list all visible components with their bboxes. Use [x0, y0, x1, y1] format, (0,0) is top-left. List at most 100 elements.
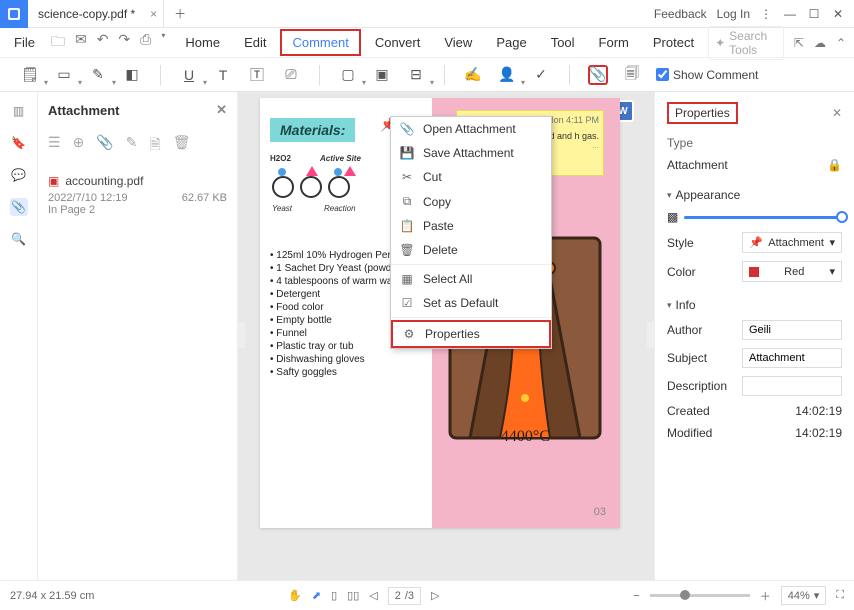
textbox-button[interactable]: 🅃	[247, 65, 267, 85]
zoom-in-icon[interactable]: ＋	[760, 588, 771, 604]
hand-tool-icon[interactable]: ✋	[288, 589, 302, 602]
collapse-right-handle[interactable]	[647, 322, 654, 348]
panel-edit-icon[interactable]: ✎	[126, 134, 138, 158]
scroll-mode-icon[interactable]: ▯	[331, 589, 337, 602]
attachment-page: In Page 2	[48, 204, 227, 216]
menu-view[interactable]: View	[434, 31, 482, 54]
maximize-button[interactable]: ☐	[804, 4, 824, 24]
ctx-paste[interactable]: 📋Paste	[391, 214, 551, 238]
stamp2-button[interactable]: 👤	[497, 65, 517, 85]
ctx-properties[interactable]: ⚙Properties	[391, 320, 551, 348]
show-comment-checkbox[interactable]	[656, 68, 669, 81]
appearance-section[interactable]: Appearance	[667, 188, 842, 202]
undo-icon[interactable]: ↶	[97, 31, 109, 55]
mail-icon[interactable]: ✉	[75, 31, 87, 55]
panel-clip-icon[interactable]: 📎	[96, 134, 113, 158]
cloud-icon[interactable]: ☁	[814, 36, 826, 50]
document-area[interactable]: W Materials: 📌 H2O2 Active Site Yeast Re…	[238, 92, 654, 580]
note-tool-button[interactable]: 🗒	[20, 65, 40, 85]
qat-dropdown-icon[interactable]: ▾	[161, 31, 165, 55]
panel-save-icon[interactable]: 🗎	[149, 134, 160, 158]
more-icon[interactable]: ⋮	[760, 7, 772, 21]
opacity-slider[interactable]	[684, 216, 842, 219]
chevron-down-icon: ▾	[829, 265, 835, 278]
prev-page-icon[interactable]: ◁	[369, 589, 377, 602]
pencil-button[interactable]: ✎	[88, 65, 108, 85]
file-menu[interactable]: File	[8, 31, 41, 54]
feedback-link[interactable]: Feedback	[654, 7, 707, 21]
ctx-copy[interactable]: ⧉Copy	[391, 189, 551, 214]
redo-icon[interactable]: ↷	[118, 31, 130, 55]
close-window-button[interactable]: ✕	[828, 4, 848, 24]
menu-home[interactable]: Home	[175, 31, 230, 54]
menu-protect[interactable]: Protect	[643, 31, 704, 54]
collapse-ribbon-icon[interactable]: ⌃	[836, 36, 846, 50]
show-comment-toggle[interactable]: Show Comment	[656, 68, 758, 82]
app-icon	[0, 0, 28, 28]
menu-comment[interactable]: Comment	[280, 29, 360, 56]
attachments-rail-icon[interactable]: 📎	[10, 198, 28, 216]
menu-tool[interactable]: Tool	[541, 31, 585, 54]
comments-icon[interactable]: 💬	[10, 166, 28, 184]
menu-form[interactable]: Form	[589, 31, 639, 54]
comment-list-button[interactable]: 🗐	[622, 65, 642, 85]
zoom-slider[interactable]	[650, 594, 750, 597]
ctx-save-attachment[interactable]: 💾Save Attachment	[391, 141, 551, 165]
ctx-open-attachment[interactable]: 📎Open Attachment	[391, 117, 551, 141]
attachment-item[interactable]: ▣ accounting.pdf 2022/7/10 12:19 62.67 K…	[38, 164, 237, 226]
underline-button[interactable]: U	[179, 65, 199, 85]
search-tools-input[interactable]: ✦ Search Tools	[708, 26, 784, 60]
cut-icon: ✂	[399, 170, 415, 184]
menu-page[interactable]: Page	[486, 31, 536, 54]
shape-button[interactable]: ▢	[338, 65, 358, 85]
page-indicator[interactable]: 2 /3	[388, 587, 421, 605]
subject-input[interactable]	[742, 348, 842, 368]
panel-close-icon[interactable]: ✕	[216, 102, 227, 118]
info-section[interactable]: Info	[667, 298, 842, 312]
two-page-icon[interactable]: ▯▯	[347, 589, 359, 602]
ctx-select-all[interactable]: ▦Select All	[391, 267, 551, 291]
highlight-button[interactable]: ▭	[54, 65, 74, 85]
tab-close-icon[interactable]: ×	[150, 7, 157, 21]
color-select[interactable]: Red▾	[742, 261, 842, 282]
share-icon[interactable]: ⇱	[794, 36, 804, 50]
text-button[interactable]: T	[213, 65, 233, 85]
style-select[interactable]: 📌Attachment▾	[742, 232, 842, 253]
document-tab[interactable]: science-copy.pdf * ×	[28, 0, 164, 27]
menu-convert[interactable]: Convert	[365, 31, 431, 54]
author-input[interactable]	[742, 320, 842, 340]
ctx-set-default[interactable]: ☑Set as Default	[391, 291, 551, 315]
panel-delete-icon[interactable]: 🗑	[173, 134, 191, 158]
login-link[interactable]: Log In	[717, 7, 750, 21]
lock-icon[interactable]: 🔒	[827, 158, 842, 172]
search-icon[interactable]: 🔍	[10, 230, 28, 248]
select-tool-icon[interactable]: ⬈	[312, 589, 321, 602]
save-icon: 💾	[399, 146, 415, 160]
panel-add-icon[interactable]: ⊕	[73, 134, 85, 158]
eraser-button[interactable]: ◧	[122, 65, 142, 85]
zoom-select[interactable]: 44%▾	[781, 586, 827, 605]
approve-button[interactable]: ✓	[531, 65, 551, 85]
minimize-button[interactable]: —	[780, 4, 800, 24]
ctx-delete[interactable]: 🗑Delete	[391, 238, 551, 262]
description-input[interactable]	[742, 376, 842, 396]
properties-close-icon[interactable]: ✕	[832, 106, 842, 120]
signature-button[interactable]: ✍	[463, 65, 483, 85]
zoom-out-icon[interactable]: −	[633, 590, 639, 602]
fit-width-icon[interactable]: ⛶	[836, 589, 844, 602]
save-icon[interactable]: 🗀	[51, 31, 65, 55]
menu-edit[interactable]: Edit	[234, 31, 276, 54]
tab-add-button[interactable]: ＋	[164, 5, 196, 22]
opacity-icon: ▩	[667, 210, 678, 224]
print-icon[interactable]: ⎙	[140, 31, 151, 55]
ctx-cut[interactable]: ✂Cut	[391, 165, 551, 189]
bookmark-icon[interactable]: 🔖	[10, 134, 28, 152]
attachment-tool-button[interactable]: 📎	[588, 65, 608, 85]
next-page-icon[interactable]: ▷	[431, 589, 439, 602]
callout-button[interactable]: ⎚	[281, 65, 301, 85]
stamp-button[interactable]: ▣	[372, 65, 392, 85]
collapse-left-handle[interactable]	[238, 322, 245, 348]
panel-list-icon[interactable]: ☰	[48, 134, 61, 158]
measure-button[interactable]: ⊟	[406, 65, 426, 85]
thumbnails-icon[interactable]: ▥	[10, 102, 28, 120]
